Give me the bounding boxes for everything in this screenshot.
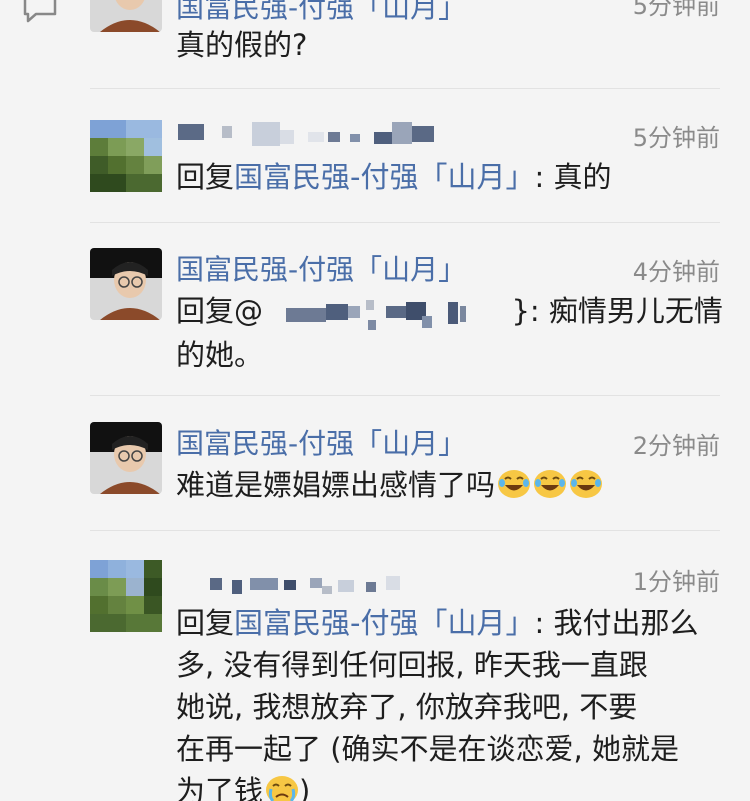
comment-author[interactable]: 国富民强-付强「山月」 [176, 422, 466, 462]
comment-item: 国富民强-付强「山月」 5分钟前 真的假的? [90, 0, 720, 80]
comment-time: 5分钟前 [632, 124, 720, 152]
comment-item: 国富民强-付强「山月」 2分钟前 难道是嫖娼嫖出感情了吗 [90, 420, 720, 520]
laughing-tears-emoji [498, 470, 531, 498]
reply-to-link[interactable]: 国富民强-付强「山月」 [234, 160, 534, 194]
reply-to-link[interactable]: 国富民强-付强「山月」 [234, 606, 534, 640]
comment-text: 回复国富民强-付强「山月」: 我付出那么 多, 没有得到任何回报, 昨天我一直跟… [176, 602, 720, 801]
avatar[interactable] [90, 560, 162, 632]
divider [90, 395, 720, 396]
avatar[interactable] [90, 422, 162, 494]
comment-text-tail: ) [299, 774, 311, 801]
comment-text: 回复国富民强-付强「山月」: 真的 [176, 156, 720, 198]
comment-time: 2分钟前 [632, 432, 720, 460]
comment-text-line: 她说, 我想放弃了, 你放弃我吧, 不要 [176, 690, 638, 724]
avatar[interactable] [90, 120, 162, 192]
comment-text-line: : 我付出那么 [534, 606, 699, 640]
laughing-tears-emoji [570, 470, 603, 498]
comment-author[interactable]: 国富民强-付强「山月」 [176, 0, 466, 26]
comment-text-line: 在再一起了 (确实不是在谈恋爱, 她就是 [176, 732, 679, 766]
avatar[interactable] [90, 0, 162, 32]
comment-text: 回复@ }: 痴情男儿无情 的她。 [176, 290, 723, 376]
divider [90, 222, 720, 223]
reply-body: : 真的 [534, 160, 612, 194]
divider [90, 88, 720, 89]
comment-text-line: 的她。 [176, 338, 264, 372]
comment-text-line: 多, 没有得到任何回报, 昨天我一直跟 [176, 648, 648, 682]
redacted-name [178, 122, 434, 146]
comment-text: 真的假的? [176, 28, 308, 62]
comment-time: 4分钟前 [632, 258, 720, 286]
redacted-name [210, 576, 400, 594]
comment-body: 难道是嫖娼嫖出感情了吗 [176, 468, 496, 502]
comment-time: 1分钟前 [632, 568, 720, 596]
reply-tail: }: 痴情男儿无情 [511, 294, 723, 328]
comment-time: 5分钟前 [632, 0, 720, 20]
comment-item: 国富民强-付强「山月」 4分钟前 回复@ }: 痴情男儿无情 的她。 [90, 246, 723, 386]
comment-author[interactable]: 国富民强-付强「山月」 [176, 248, 466, 288]
comment-item: 1分钟前 回复国富民强-付强「山月」: 我付出那么 多, 没有得到任何回报, 昨… [90, 558, 720, 801]
crying-emoji [266, 776, 299, 801]
avatar[interactable] [90, 248, 162, 320]
reply-prefix: 回复 [176, 160, 235, 194]
comment-item: 5分钟前 回复国富民强-付强「山月」: 真的 [90, 118, 720, 228]
reply-prefix: 回复@ [176, 294, 264, 328]
reply-prefix: 回复 [176, 606, 235, 640]
comment-icon[interactable] [22, 0, 58, 24]
comment-text-line: 为了钱 [176, 774, 264, 801]
divider [90, 530, 720, 531]
laughing-tears-emoji [534, 470, 567, 498]
comment-text: 难道是嫖娼嫖出感情了吗 [176, 464, 720, 506]
redacted-mention [286, 300, 467, 330]
